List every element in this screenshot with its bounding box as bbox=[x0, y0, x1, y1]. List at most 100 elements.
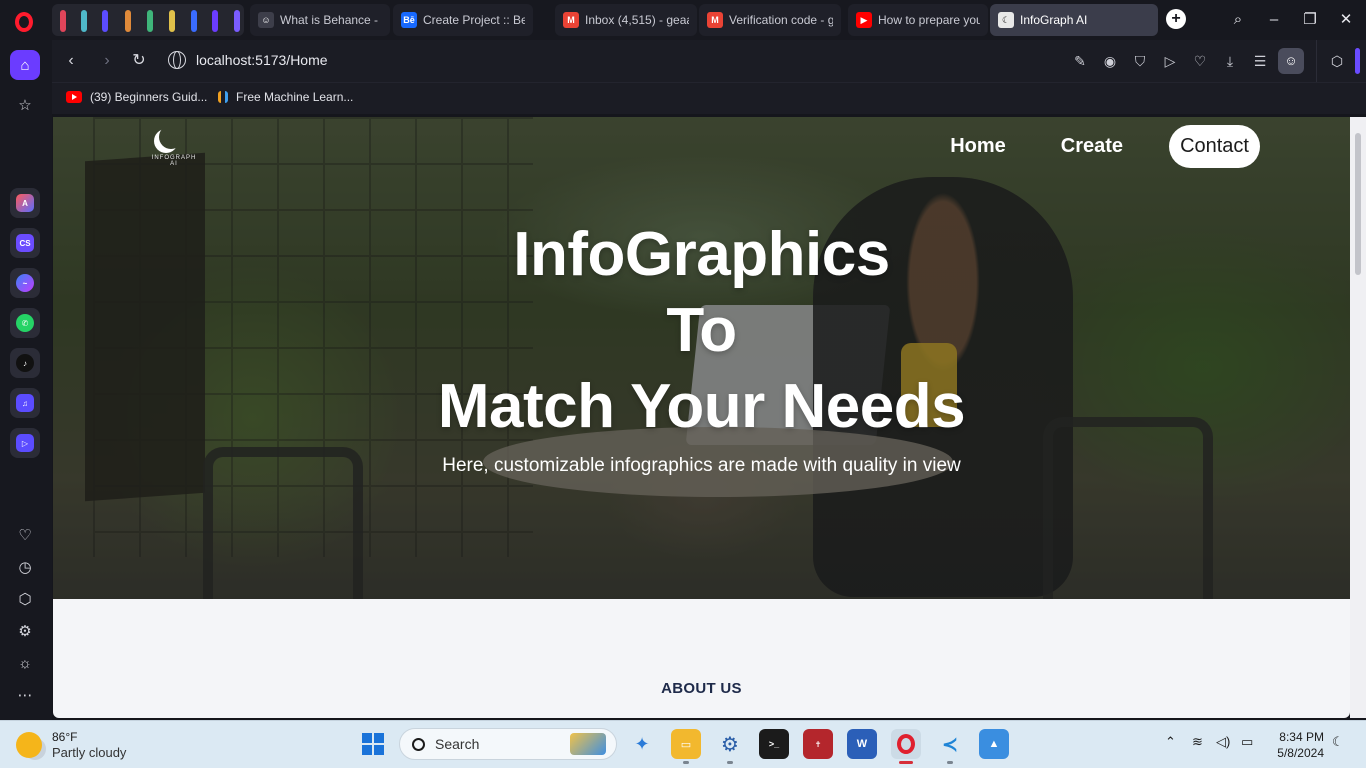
clock-date: 5/8/2024 bbox=[1277, 746, 1324, 760]
sidebar-aria-icon[interactable]: A bbox=[10, 188, 40, 218]
weather-condition: Partly cloudy bbox=[52, 745, 127, 760]
player-play-icon[interactable]: ▷ bbox=[1160, 51, 1180, 71]
hero-subtitle: Here, customizable infographics are made… bbox=[442, 455, 961, 476]
volume-icon[interactable]: ◁) bbox=[1216, 734, 1230, 750]
sidebar-whatsapp-icon[interactable]: ✆ bbox=[10, 308, 40, 338]
infograph-favicon-icon: ☾ bbox=[998, 12, 1014, 28]
taskbar-search-box[interactable]: Search bbox=[399, 728, 617, 760]
tab-behance-what-is[interactable]: ☺ What is Behance - Po bbox=[250, 4, 390, 36]
heart-bookmark-icon[interactable]: ♡ bbox=[1190, 51, 1210, 71]
taskbar-copilot-icon[interactable]: ✦ bbox=[627, 729, 657, 759]
minimize-button[interactable]: – bbox=[1262, 8, 1286, 32]
taskbar-settings-gear-icon[interactable]: ⚙ bbox=[715, 729, 745, 764]
pinned-tab[interactable] bbox=[169, 10, 175, 32]
opera-logo-icon[interactable] bbox=[10, 8, 38, 36]
close-window-button[interactable]: ✕ bbox=[1334, 8, 1358, 32]
taskbar-file-explorer-icon[interactable]: ▭ bbox=[671, 729, 701, 764]
behance-icon: Bē bbox=[401, 12, 417, 28]
hero-headline-line: Match Your Needs bbox=[437, 372, 966, 441]
sidebar-settings-gear-icon[interactable]: ⚙ bbox=[10, 616, 40, 646]
site-nav: Home Create Contact bbox=[895, 125, 1260, 168]
notifications-moon-icon[interactable]: ☾ bbox=[1332, 734, 1344, 750]
sidebar-toggle-indicator[interactable] bbox=[1355, 48, 1360, 74]
pinned-tab[interactable] bbox=[147, 10, 153, 32]
taskbar-bible-app-icon[interactable]: ✝ bbox=[803, 729, 833, 759]
tab-title: How to prepare your bbox=[878, 13, 980, 27]
edit-icon[interactable]: ✎ bbox=[1070, 51, 1090, 71]
download-icon[interactable]: ⤓ bbox=[1220, 51, 1240, 71]
sidebar-more-icon[interactable]: ⋯ bbox=[10, 680, 40, 710]
tab-youtube-prepare[interactable]: ▶ How to prepare your bbox=[848, 4, 988, 36]
taskbar-terminal-icon[interactable]: >_ bbox=[759, 729, 789, 759]
site-logo[interactable]: INFOGRAPH AI bbox=[151, 123, 197, 177]
tab-infograph-ai[interactable]: ☾ InfoGraph AI bbox=[990, 4, 1158, 36]
sidebar-extensions-cube-icon[interactable]: ⬡ bbox=[10, 584, 40, 614]
wifi-icon[interactable]: ≋ bbox=[1192, 734, 1203, 750]
windows-taskbar: 86°F Partly cloudy Search ✦ ▭ ⚙ >_ ✝ W ≺… bbox=[0, 720, 1366, 768]
taskbar-clock[interactable]: 8:34 PM 5/8/2024 bbox=[1270, 729, 1324, 761]
tab-gmail-inbox[interactable]: M Inbox (4,515) - geaak bbox=[555, 4, 697, 36]
sidebar-music-icon[interactable]: ♫ bbox=[10, 388, 40, 418]
url-host: localhost bbox=[196, 52, 252, 68]
maximize-button[interactable]: ❐ bbox=[1298, 8, 1322, 32]
browser-tab-bar: ☺ What is Behance - Po Bē Create Project… bbox=[0, 0, 1366, 40]
tab-search-icon[interactable]: ⌕ bbox=[1226, 8, 1250, 32]
sidebar-messenger-icon[interactable]: ~ bbox=[10, 268, 40, 298]
nav-create-link[interactable]: Create bbox=[1061, 135, 1123, 158]
sidebar-tiktok-icon[interactable]: ♪ bbox=[10, 348, 40, 378]
scrollbar-thumb[interactable] bbox=[1355, 133, 1361, 275]
logo-text: INFOGRAPH AI bbox=[151, 155, 197, 167]
taskbar-word-icon[interactable]: W bbox=[847, 729, 877, 759]
bookmark-label: Free Machine Learn... bbox=[236, 90, 354, 104]
address-bar: ‹ › ↻ localhost:5173/Home ✎ ◉ ⛉ ▷ ♡ ⤓ ☰ … bbox=[52, 40, 1366, 82]
pinned-tab[interactable] bbox=[212, 10, 218, 32]
pinned-tab[interactable] bbox=[234, 10, 240, 32]
extensions-area: ⬡ bbox=[1316, 40, 1366, 82]
sidebar-tips-bulb-icon[interactable]: ☼ bbox=[10, 648, 40, 678]
pinned-tab[interactable] bbox=[81, 10, 87, 32]
profile-avatar-button[interactable]: ☺ bbox=[1278, 48, 1304, 74]
reload-button[interactable]: ↻ bbox=[128, 50, 150, 72]
easy-setup-icon[interactable]: ☰ bbox=[1250, 51, 1270, 71]
battery-icon[interactable]: ▭ bbox=[1241, 734, 1253, 750]
pinned-tab[interactable] bbox=[191, 10, 197, 32]
tab-title: InfoGraph AI bbox=[1020, 13, 1088, 27]
sidebar-home-icon[interactable]: ⌂ bbox=[10, 50, 40, 80]
shield-adblock-icon[interactable]: ⛉ bbox=[1130, 51, 1150, 71]
taskbar-photos-icon[interactable]: ▲ bbox=[979, 729, 1009, 759]
taskbar-opera-icon[interactable] bbox=[891, 729, 921, 764]
sidebar-history-clock-icon[interactable]: ◷ bbox=[10, 552, 40, 582]
nav-contact-button[interactable]: Contact bbox=[1169, 125, 1260, 168]
nav-home-link[interactable]: Home bbox=[950, 135, 1006, 158]
pinned-tab[interactable] bbox=[102, 10, 108, 32]
tab-gmail-verification[interactable]: M Verification code - glo bbox=[699, 4, 841, 36]
hero-headline-line: InfoGraphics bbox=[513, 220, 890, 289]
sidebar-codespace-icon[interactable]: CS bbox=[10, 228, 40, 258]
weather-widget[interactable]: 86°F Partly cloudy bbox=[16, 729, 126, 761]
windows-start-icon[interactable] bbox=[362, 733, 384, 755]
search-highlight-image bbox=[570, 733, 606, 755]
logo-moon-icon bbox=[159, 125, 183, 149]
forward-button[interactable]: › bbox=[96, 50, 118, 72]
url-field[interactable]: localhost:5173/Home bbox=[196, 52, 328, 68]
bookmark-item-machine-learning[interactable]: Free Machine Learn... bbox=[218, 90, 353, 104]
web-page-viewport: INFOGRAPH AI Home Create Contact InfoGra… bbox=[53, 117, 1350, 718]
tab-behance-create-project[interactable]: Bē Create Project :: Beha bbox=[393, 4, 533, 36]
sidebar-speed-dial-star-icon[interactable]: ☆ bbox=[10, 90, 40, 120]
sidebar-player-icon[interactable]: ▷ bbox=[10, 428, 40, 458]
tray-chevron-up-icon[interactable]: ⌃ bbox=[1165, 734, 1176, 750]
pinned-tab[interactable] bbox=[60, 10, 66, 32]
extensions-cube-icon[interactable]: ⬡ bbox=[1327, 51, 1347, 71]
pinned-tab[interactable] bbox=[125, 10, 131, 32]
sidebar-pinboards-heart-icon[interactable]: ♡ bbox=[10, 520, 40, 550]
hero-section: INFOGRAPH AI Home Create Contact InfoGra… bbox=[53, 117, 1350, 599]
site-info-globe-icon[interactable] bbox=[168, 51, 186, 69]
tab-title: Inbox (4,515) - geaak bbox=[585, 13, 689, 27]
page-scrollbar[interactable] bbox=[1350, 117, 1366, 718]
camera-snapshot-icon[interactable]: ◉ bbox=[1100, 51, 1120, 71]
back-button[interactable]: ‹ bbox=[60, 50, 82, 72]
bookmark-item-youtube[interactable]: (39) Beginners Guid... bbox=[66, 90, 207, 104]
new-tab-button[interactable]: + bbox=[1166, 9, 1186, 29]
taskbar-vscode-icon[interactable]: ≺ bbox=[935, 729, 965, 764]
tab-title: Verification code - glo bbox=[729, 13, 833, 27]
